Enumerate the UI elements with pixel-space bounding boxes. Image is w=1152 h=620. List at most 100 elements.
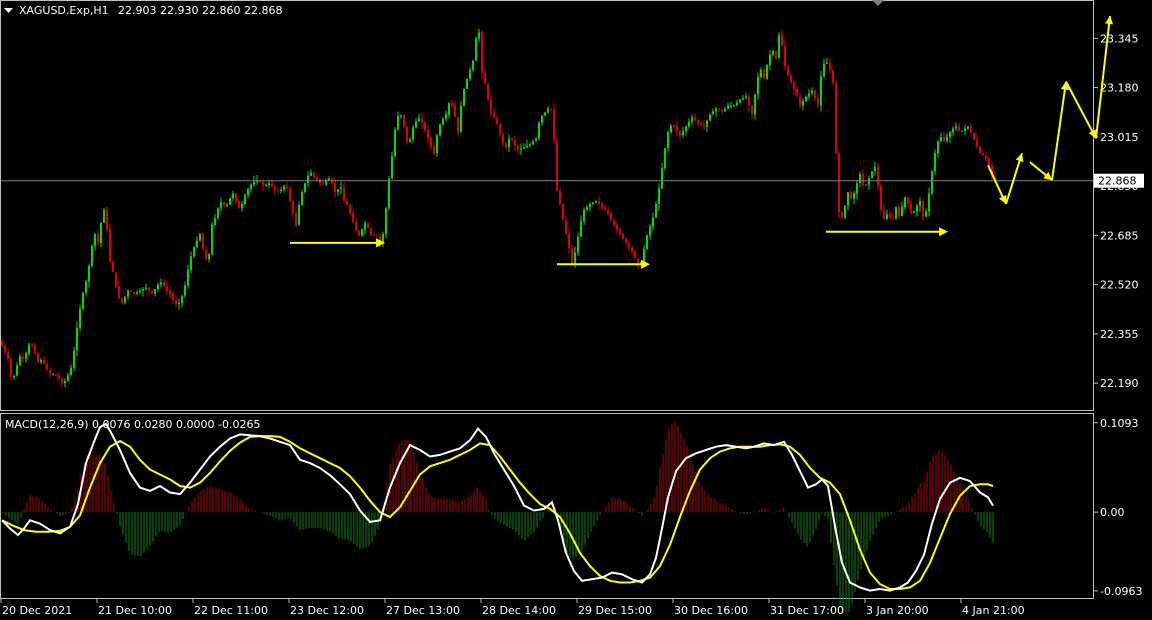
candle-body — [535, 138, 537, 142]
candle-body — [904, 197, 906, 207]
candle-body — [562, 204, 564, 220]
candle-body — [577, 236, 579, 253]
chart-canvas[interactable]: 23.34523.18023.01522.85022.68522.52022.3… — [0, 0, 1152, 620]
candle-body — [448, 103, 450, 115]
candle-body — [787, 66, 789, 76]
candle-body — [805, 96, 807, 102]
candle-body — [247, 189, 249, 196]
candle-body — [892, 217, 894, 219]
candle-body — [265, 185, 267, 187]
candle-body — [52, 374, 54, 376]
candle-body — [841, 211, 843, 218]
candle-body — [898, 206, 900, 216]
candle-body — [442, 118, 444, 125]
candle-body — [760, 69, 762, 78]
candle-body — [178, 303, 180, 305]
candle-body — [736, 102, 738, 106]
candle-body — [673, 125, 675, 127]
candle-body — [85, 281, 87, 293]
candle-body — [58, 375, 60, 379]
candle-body — [895, 206, 897, 219]
candle-body — [334, 183, 336, 193]
candle-body — [322, 183, 324, 185]
candle-body — [967, 126, 969, 129]
candle-body — [973, 133, 975, 140]
candle-body — [628, 242, 630, 248]
candle-body — [703, 124, 705, 127]
candle-body — [307, 175, 309, 184]
time-tick-label: 27 Dec 13:00 — [386, 604, 460, 617]
candle-body — [121, 298, 123, 303]
candle-body — [670, 125, 672, 133]
candle-body — [64, 380, 66, 384]
candle-body — [61, 378, 63, 384]
candle-body — [826, 62, 828, 64]
candle-body — [721, 109, 723, 112]
candle-body — [163, 282, 165, 287]
candle-body — [502, 133, 504, 143]
time-tick-label: 20 Dec 2021 — [2, 604, 72, 617]
candle-body — [676, 126, 678, 131]
candle-body — [754, 94, 756, 115]
candle-body — [424, 122, 426, 130]
candle-body — [619, 229, 621, 234]
candle-body — [292, 201, 294, 213]
candle-body — [439, 124, 441, 136]
candle-body — [460, 105, 462, 133]
candle-body — [814, 90, 816, 99]
candle-body — [139, 290, 141, 293]
candle-body — [886, 214, 888, 219]
candle-body — [865, 184, 867, 186]
candle-body — [733, 105, 735, 107]
candle-body — [778, 35, 780, 58]
candle-body — [55, 374, 57, 376]
candle-body — [316, 177, 318, 180]
candle-body — [481, 32, 483, 73]
candle-body — [517, 145, 519, 151]
candle-body — [607, 209, 609, 213]
candle-body — [346, 201, 348, 206]
candle-body — [592, 202, 594, 205]
macd-label: MACD(12,26,9) 0.0076 0.0280 0.0000 -0.02… — [5, 418, 260, 431]
candle-body — [280, 189, 282, 192]
candle-body — [232, 193, 234, 199]
candle-body — [949, 132, 951, 137]
candle-body — [217, 208, 219, 219]
candle-body — [922, 201, 924, 217]
candle-body — [601, 204, 603, 207]
candle-body — [43, 359, 45, 364]
candle-body — [385, 208, 387, 234]
candle-body — [757, 77, 759, 95]
candle-body — [136, 292, 138, 294]
candle-body — [127, 290, 129, 297]
candle-body — [715, 108, 717, 112]
candle-body — [667, 132, 669, 149]
candle-body — [739, 99, 741, 103]
candle-body — [160, 282, 162, 285]
candle-body — [751, 105, 753, 115]
candle-body — [868, 177, 870, 185]
candle-body — [226, 204, 228, 206]
candle-body — [310, 172, 312, 176]
candle-body — [133, 292, 135, 294]
candle-body — [202, 233, 204, 250]
candle-body — [361, 229, 363, 236]
candle-body — [241, 204, 243, 209]
candle-body — [844, 205, 846, 218]
candle-body — [694, 117, 696, 121]
candle-body — [235, 193, 237, 202]
candle-body — [544, 112, 546, 116]
candle-body — [4, 345, 6, 353]
candle-body — [208, 254, 210, 260]
candle-body — [643, 248, 645, 263]
candle-body — [94, 233, 96, 246]
price-tick-label: 23.345 — [1100, 32, 1139, 45]
candle-body — [169, 291, 171, 294]
candle-body — [775, 51, 777, 58]
candle-body — [28, 344, 30, 354]
candle-body — [298, 204, 300, 225]
candle-body — [148, 287, 150, 291]
candle-body — [952, 128, 954, 133]
time-tick-label: 22 Dec 11:00 — [194, 604, 268, 617]
candle-body — [469, 69, 471, 79]
